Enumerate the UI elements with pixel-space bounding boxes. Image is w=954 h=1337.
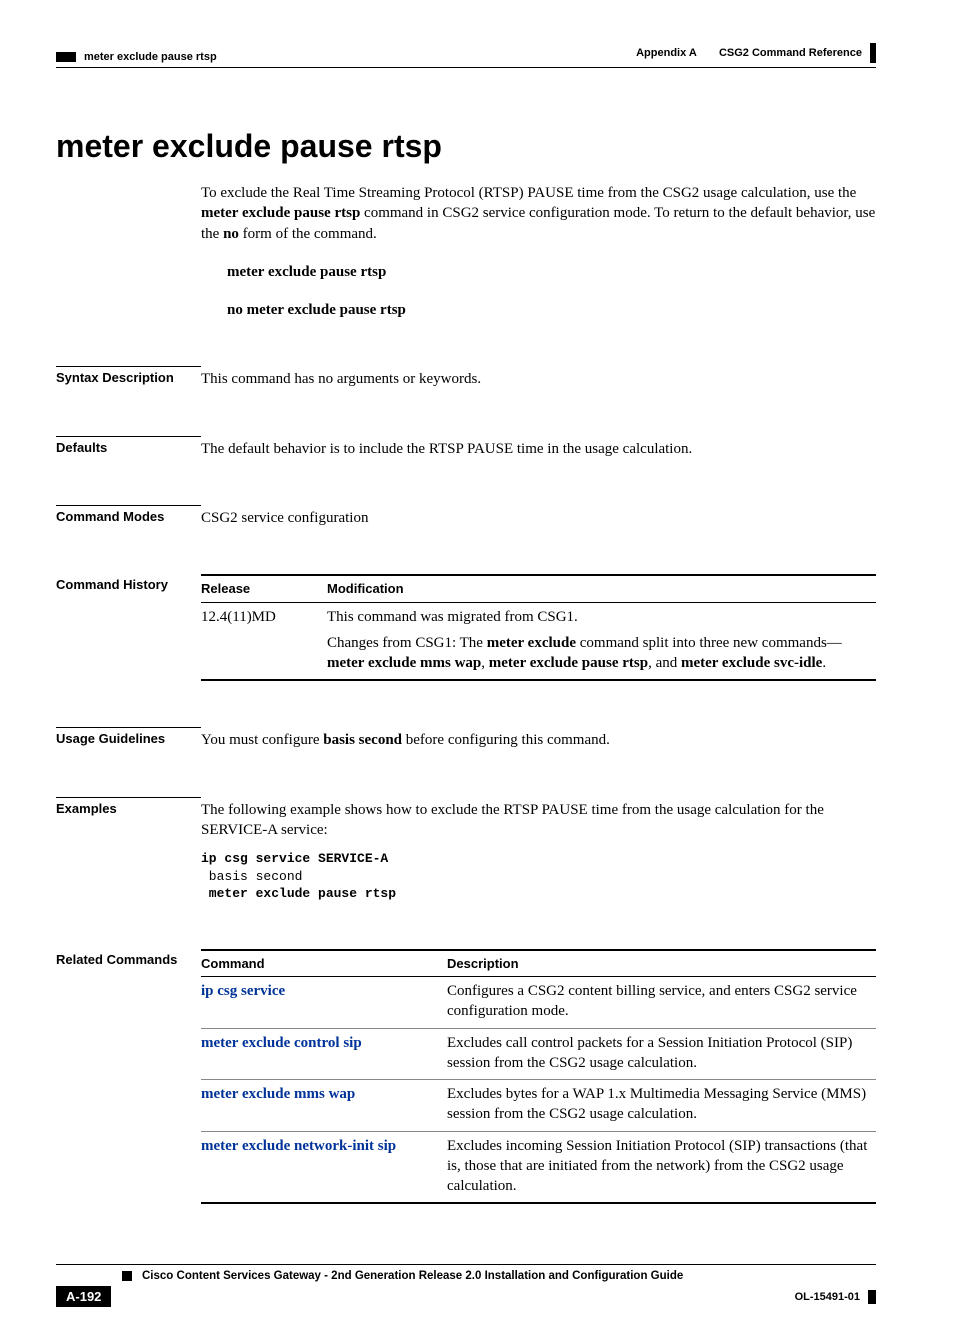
related-command-link[interactable]: ip csg service	[201, 983, 285, 999]
table-header: Description	[447, 950, 876, 977]
related-command-desc: Excludes call control packets for a Sess…	[447, 1028, 876, 1080]
command-form-no: no meter exclude pause rtsp	[227, 300, 876, 320]
examples-intro: The following example shows how to exclu…	[201, 800, 876, 841]
table-row: meter exclude network-init sip Excludes …	[201, 1131, 876, 1203]
running-head-left: meter exclude pause rtsp	[84, 51, 217, 63]
section-label: Command History	[56, 574, 201, 681]
defaults-section: Defaults The default behavior is to incl…	[56, 436, 876, 459]
related-command-desc: Configures a CSG2 content billing servic…	[447, 977, 876, 1029]
syntax-description-section: Syntax Description This command has no a…	[56, 366, 876, 389]
section-label: Related Commands	[56, 949, 201, 1205]
section-label: Defaults	[56, 436, 201, 459]
example-code-block: ip csg service SERVICE-A basis second me…	[201, 850, 876, 903]
page-header: meter exclude pause rtsp Appendix A CSG2…	[56, 30, 876, 63]
section-label: Syntax Description	[56, 366, 201, 389]
section-label: Examples	[56, 797, 201, 903]
related-command-desc: Excludes incoming Session Initiation Pro…	[447, 1131, 876, 1203]
modification-cell: This command was migrated from CSG1. Cha…	[327, 602, 876, 680]
page-number: A-192	[56, 1286, 111, 1307]
table-header: Command	[201, 950, 447, 977]
page-title: meter exclude pause rtsp	[56, 128, 876, 165]
appendix-label: Appendix A	[636, 47, 697, 59]
section-body: This command has no arguments or keyword…	[201, 369, 876, 389]
release-cell: 12.4(11)MD	[201, 602, 327, 680]
related-command-link[interactable]: meter exclude network-init sip	[201, 1138, 396, 1154]
history-table: Release Modification 12.4(11)MD This com…	[201, 574, 876, 681]
table-row: ip csg service Configures a CSG2 content…	[201, 977, 876, 1029]
section-body: You must configure basis second before c…	[201, 730, 876, 750]
command-modes-section: Command Modes CSG2 service configuration	[56, 505, 876, 528]
related-commands-table: Command Description ip csg service Confi…	[201, 949, 876, 1205]
related-command-desc: Excludes bytes for a WAP 1.x Multimedia …	[447, 1080, 876, 1132]
page-footer: Cisco Content Services Gateway - 2nd Gen…	[56, 1264, 876, 1307]
related-command-link[interactable]: meter exclude mms wap	[201, 1086, 355, 1102]
section-body: CSG2 service configuration	[201, 508, 876, 528]
table-row: 12.4(11)MD This command was migrated fro…	[201, 602, 876, 680]
related-command-link[interactable]: meter exclude control sip	[201, 1035, 362, 1051]
examples-section: Examples The following example shows how…	[56, 797, 876, 903]
command-history-section: Command History Release Modification 12.…	[56, 574, 876, 681]
footer-decor	[868, 1290, 876, 1304]
table-row: meter exclude mms wap Excludes bytes for…	[201, 1080, 876, 1132]
header-decor-right	[870, 43, 876, 63]
intro-paragraph: To exclude the Real Time Streaming Proto…	[201, 183, 876, 320]
section-title: CSG2 Command Reference	[719, 47, 862, 59]
table-row: meter exclude control sip Excludes call …	[201, 1028, 876, 1080]
table-header: Release	[201, 575, 327, 602]
related-commands-section: Related Commands Command Description ip …	[56, 949, 876, 1205]
section-label: Command Modes	[56, 505, 201, 528]
header-decor-left	[56, 52, 76, 62]
section-body: The default behavior is to include the R…	[201, 439, 876, 459]
book-title: Cisco Content Services Gateway - 2nd Gen…	[142, 1270, 683, 1282]
document-id: OL-15491-01	[795, 1291, 860, 1303]
command-form: meter exclude pause rtsp	[227, 262, 876, 282]
table-header: Modification	[327, 575, 876, 602]
usage-guidelines-section: Usage Guidelines You must configure basi…	[56, 727, 876, 750]
section-label: Usage Guidelines	[56, 727, 201, 750]
footer-decor	[122, 1271, 132, 1281]
